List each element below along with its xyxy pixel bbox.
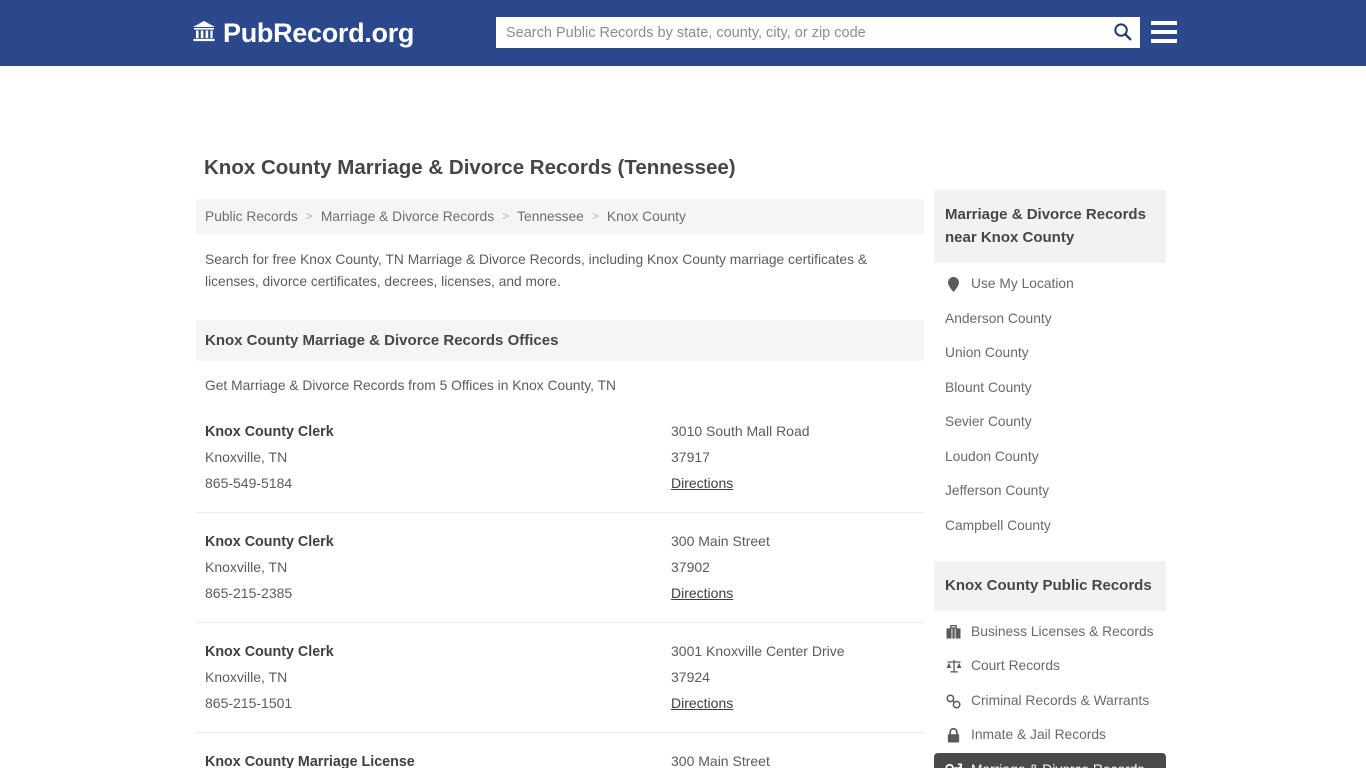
menu-bar-2 <box>1151 30 1177 34</box>
sidebar-item-label: Union County <box>945 345 1029 361</box>
office-address: 300 Main Street <box>671 533 770 550</box>
office-address: 3001 Knoxville Center Drive <box>671 643 845 660</box>
sidebar-item-inmate-jail-records[interactable]: Inmate & Jail Records <box>934 718 1166 753</box>
page-title: Knox County Marriage & Divorce Records (… <box>204 156 736 179</box>
office-details: Knox County Marriage License Knoxville, … <box>205 749 671 768</box>
table-row: Knox County Clerk Knoxville, TN 865-215-… <box>196 513 924 624</box>
breadcrumb-separator: > <box>305 209 313 224</box>
sidebar-item-jefferson-county[interactable]: Jefferson County <box>934 474 1166 509</box>
sidebar-nearby-heading: Marriage & Divorce Records near Knox Cou… <box>934 190 1166 264</box>
sidebar-item-label: Campbell County <box>945 518 1051 534</box>
offices-list: Knox County Clerk Knoxville, TN 865-549-… <box>196 403 924 768</box>
balance-scale-icon <box>945 659 962 673</box>
office-phone: 865-549-5184 <box>205 475 293 492</box>
office-address-block: 300 Main Street 37902 Directions <box>671 749 915 768</box>
sidebar-item-label: Anderson County <box>945 310 1052 326</box>
menu-bar-1 <box>1151 21 1177 25</box>
venus-mars-icon <box>945 763 962 768</box>
office-phone: 865-215-1501 <box>205 695 293 712</box>
office-address-block: 3001 Knoxville Center Drive 37924 Direct… <box>671 639 915 717</box>
office-city: Knoxville, TN <box>205 449 288 466</box>
office-zip: 37902 <box>671 558 710 575</box>
search-bar <box>496 17 1140 48</box>
sidebar-item-marriage-divorce-records[interactable]: Marriage & Divorce Records <box>934 752 1166 768</box>
site-logo-text: PubRecord.org <box>223 17 415 48</box>
office-name: Knox County Clerk <box>205 644 334 661</box>
search-button[interactable] <box>1104 17 1140 48</box>
sidebar-item-label: Inmate & Jail Records <box>971 727 1106 743</box>
sidebar-public-records-heading: Knox County Public Records <box>934 560 1166 611</box>
office-details: Knox County Clerk Knoxville, TN 865-215-… <box>205 529 671 607</box>
sidebar-item-label: Sevier County <box>945 414 1032 430</box>
sidebar-item-union-county[interactable]: Union County <box>934 336 1166 371</box>
breadcrumb-item-tennessee[interactable]: Tennessee <box>517 209 584 224</box>
sidebar-nearby-list: Use My Location Anderson County Union Co… <box>934 267 1166 543</box>
sidebar-item-label: Use My Location <box>971 276 1074 292</box>
office-address: 300 Main Street <box>671 752 770 768</box>
sidebar: Marriage & Divorce Records near Knox Cou… <box>934 190 1166 768</box>
breadcrumb-item-knox-county: Knox County <box>606 208 686 224</box>
hamburger-menu-icon[interactable] <box>1151 18 1177 46</box>
office-phone: 865-215-2385 <box>205 585 293 602</box>
site-header: PubRecord.org <box>0 0 1366 66</box>
office-name: Knox County Clerk <box>205 424 334 441</box>
breadcrumb-item-marriage-divorce-records[interactable]: Marriage & Divorce Records <box>321 209 494 224</box>
office-details: Knox County Clerk Knoxville, TN 865-549-… <box>205 419 671 497</box>
sidebar-item-label: Business Licenses & Records <box>971 623 1154 639</box>
map-pin-icon <box>945 276 962 292</box>
table-row: Knox County Clerk Knoxville, TN 865-549-… <box>196 403 924 514</box>
main-content: Knox County Marriage & Divorce Records (… <box>196 150 924 768</box>
sidebar-item-campbell-county[interactable]: Campbell County <box>934 509 1166 544</box>
breadcrumb-separator: > <box>591 209 599 224</box>
office-address-block: 3010 South Mall Road 37917 Directions <box>671 419 915 497</box>
sidebar-item-blount-county[interactable]: Blount County <box>934 371 1166 406</box>
office-name: Knox County Clerk <box>205 534 334 551</box>
breadcrumb: Public Records > Marriage & Divorce Reco… <box>196 198 924 234</box>
offices-section-heading: Knox County Marriage & Divorce Records O… <box>196 320 924 362</box>
sidebar-item-sevier-county[interactable]: Sevier County <box>934 405 1166 440</box>
sidebar-public-records-block: Knox County Public Records Business Lice… <box>934 560 1166 768</box>
sidebar-item-court-records[interactable]: Court Records <box>934 649 1166 684</box>
briefcase-icon <box>945 624 962 639</box>
office-city: Knoxville, TN <box>205 559 288 576</box>
handcuffs-icon <box>945 693 962 709</box>
sidebar-item-label: Loudon County <box>945 448 1039 464</box>
sidebar-item-use-my-location[interactable]: Use My Location <box>934 267 1166 302</box>
sidebar-item-label: Marriage & Divorce Records <box>971 762 1144 768</box>
directions-link[interactable]: Directions <box>671 691 733 717</box>
menu-bar-3 <box>1151 39 1177 43</box>
table-row: Knox County Clerk Knoxville, TN 865-215-… <box>196 623 924 733</box>
bank-icon <box>192 20 216 47</box>
office-zip: 37924 <box>671 668 710 685</box>
sidebar-item-label: Criminal Records & Warrants <box>971 692 1150 708</box>
sidebar-public-records-list: Business Licenses & Records Court Record… <box>934 615 1166 768</box>
office-zip: 37917 <box>671 449 710 466</box>
sidebar-item-label: Court Records <box>971 658 1060 674</box>
directions-link[interactable]: Directions <box>671 471 733 497</box>
breadcrumb-separator: > <box>502 209 510 224</box>
sidebar-item-business-licenses-records[interactable]: Business Licenses & Records <box>934 615 1166 650</box>
sidebar-item-loudon-county[interactable]: Loudon County <box>934 440 1166 475</box>
office-address: 3010 South Mall Road <box>671 423 810 440</box>
lock-icon <box>945 728 962 743</box>
offices-section-subheading: Get Marriage & Divorce Records from 5 Of… <box>205 378 616 394</box>
sidebar-item-label: Jefferson County <box>945 483 1050 499</box>
sidebar-item-anderson-county[interactable]: Anderson County <box>934 302 1166 337</box>
breadcrumb-item-public-records[interactable]: Public Records <box>205 209 298 224</box>
office-details: Knox County Clerk Knoxville, TN 865-215-… <box>205 639 671 717</box>
search-icon <box>1113 22 1132 44</box>
page-description: Search for free Knox County, TN Marriage… <box>205 251 868 290</box>
site-logo[interactable]: PubRecord.org <box>192 18 414 49</box>
sidebar-item-criminal-records-warrants[interactable]: Criminal Records & Warrants <box>934 684 1166 719</box>
office-address-block: 300 Main Street 37902 Directions <box>671 529 915 607</box>
sidebar-item-label: Blount County <box>945 379 1032 395</box>
search-input[interactable] <box>496 17 1104 48</box>
office-city: Knoxville, TN <box>205 669 288 686</box>
directions-link[interactable]: Directions <box>671 581 733 607</box>
table-row: Knox County Marriage License Knoxville, … <box>196 733 924 768</box>
office-name: Knox County Marriage License <box>205 753 415 768</box>
